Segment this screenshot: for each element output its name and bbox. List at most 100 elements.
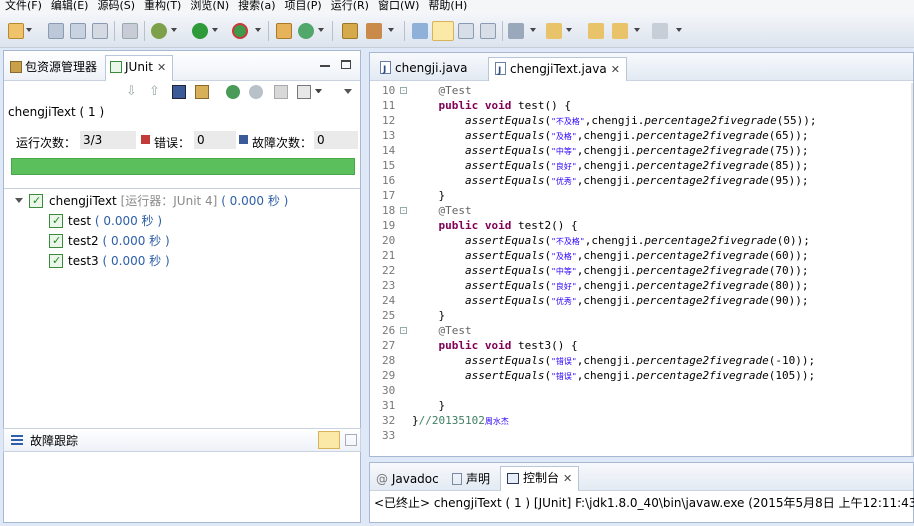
skip-breakpoints-icon[interactable] [122,23,138,39]
mark-occurrences-icon[interactable] [432,21,454,41]
new-java-project-icon[interactable] [276,23,292,39]
maximize-icon[interactable] [341,60,351,69]
code-line[interactable]: 21 assertEquals("及格",chengji.percentage2… [370,248,913,263]
debug-icon[interactable] [151,23,167,39]
last-edit-dropdown-icon[interactable] [566,28,573,35]
tab-chengjitext-java[interactable]: chengjiText.java ✕ [488,57,627,82]
debug-dropdown-icon[interactable] [171,28,178,35]
tab-junit[interactable]: JUnit ✕ [105,55,174,81]
new-class-icon[interactable] [298,23,314,39]
close-icon[interactable]: ✕ [611,63,620,76]
code-text-area[interactable]: 10- @Test 11 public void test() {12 asser… [370,83,913,456]
compare-result-icon[interactable] [345,434,357,446]
menu-item[interactable]: 运行(R) [326,0,373,12]
code-line[interactable]: 11 public void test() { [370,98,913,113]
tab-declaration[interactable]: 声明 [452,468,490,490]
code-line[interactable]: 16 assertEquals("优秀",chengji.percentage2… [370,173,913,188]
code-line[interactable]: 27 public void test3() { [370,338,913,353]
code-line[interactable]: 24 assertEquals("优秀",chengji.percentage2… [370,293,913,308]
open-type-icon[interactable] [342,23,358,39]
forward-dropdown-icon[interactable] [676,28,683,35]
code-line[interactable]: 30 [370,383,913,398]
tree-test-row[interactable]: test2 ( 0.000 秒 ) [4,231,360,251]
tab-chengji-java[interactable]: chengji.java [374,57,473,81]
code-line[interactable]: 18- @Test [370,203,913,218]
previous-failure-icon[interactable]: ⇧ [149,85,163,99]
code-line[interactable]: 19 public void test2() { [370,218,913,233]
expand-arrow-icon[interactable] [15,198,23,203]
menu-item[interactable]: 浏览(N) [185,0,233,12]
back-dropdown-arrow-icon[interactable] [634,28,641,35]
tab-javadoc[interactable]: @ Javadoc [376,468,439,490]
fold-toggle-icon[interactable]: - [400,207,407,214]
code-line[interactable]: 33 [370,428,913,443]
run-external-tool-icon[interactable] [232,23,248,39]
save-all-icon[interactable] [70,23,86,39]
code-line[interactable]: 15 assertEquals("良好",chengji.percentage2… [370,158,913,173]
tab-package-explorer[interactable]: 包资源管理器 [10,57,97,77]
code-line[interactable]: 28 assertEquals("错误",chengji.percentage2… [370,353,913,368]
external-dropdown-icon[interactable] [255,28,262,35]
code-line[interactable]: 10- @Test [370,83,913,98]
show-failures-only-icon[interactable] [172,85,186,99]
history-dropdown-icon[interactable] [315,89,322,96]
scroll-lock-icon[interactable] [195,85,209,99]
console-icon [507,473,519,484]
menu-item[interactable]: 文件(F) [0,0,46,12]
next-failure-icon[interactable]: ⇩ [126,85,140,99]
menu-item[interactable]: 项目(P) [280,0,326,12]
minimize-icon[interactable] [320,65,330,67]
fold-toggle-icon[interactable]: - [400,327,407,334]
code-line[interactable]: 32}//20135102周水杰 [370,413,913,428]
code-line[interactable]: 13 assertEquals("及格",chengji.percentage2… [370,128,913,143]
vertical-scrollbar[interactable] [911,83,913,456]
run-dropdown-icon[interactable] [212,28,219,35]
menu-item[interactable]: 编辑(E) [46,0,93,12]
code-line[interactable]: 23 assertEquals("良好",chengji.percentage2… [370,278,913,293]
menu-item[interactable]: 源码(S) [92,0,139,12]
view-menu-icon[interactable] [344,89,352,96]
code-line[interactable]: 20 assertEquals("不及格",chengji.percentage… [370,233,913,248]
code-line[interactable]: 25 } [370,308,913,323]
show-whitespace-icon[interactable] [480,23,496,39]
tab-console[interactable]: 控制台 ✕ [500,466,580,491]
block-selection-icon[interactable] [458,23,474,39]
code-line[interactable]: 26- @Test [370,323,913,338]
annotation-icon[interactable] [412,23,428,39]
search-dropdown-icon[interactable] [388,28,395,35]
code-line[interactable]: 14 assertEquals("中等",chengji.percentage2… [370,143,913,158]
menu-item[interactable]: 帮助(H) [423,0,471,12]
next-annotation-icon[interactable] [508,23,524,39]
menu-item[interactable]: 搜索(a) [233,0,279,12]
filter-stack-trace-icon[interactable] [318,431,340,449]
back-icon[interactable] [588,23,604,39]
stop-icon[interactable] [274,85,288,99]
menu-item[interactable]: 窗口(W) [373,0,423,12]
code-line[interactable]: 31 } [370,398,913,413]
new-icon[interactable] [8,23,24,39]
code-line[interactable]: 22 assertEquals("中等",chengji.percentage2… [370,263,913,278]
tree-test-row[interactable]: test3 ( 0.000 秒 ) [4,251,360,271]
rerun-failed-first-icon[interactable] [249,85,263,99]
close-icon[interactable]: ✕ [157,61,166,74]
forward-icon[interactable] [652,23,668,39]
tree-root-row[interactable]: chengjiText [运行器：JUnit 4] ( 0.000 秒 ) [4,191,360,211]
history-icon[interactable] [297,85,311,99]
code-line[interactable]: 12 assertEquals("不及格",chengji.percentage… [370,113,913,128]
tree-test-row[interactable]: test ( 0.000 秒 ) [4,211,360,231]
save-icon[interactable] [48,23,64,39]
code-line[interactable]: 29 assertEquals("错误",chengji.percentage2… [370,368,913,383]
new-dropdown-icon[interactable] [26,28,33,35]
last-edit-location-icon[interactable] [546,23,562,39]
fold-toggle-icon[interactable]: - [400,87,407,94]
back-dropdown-icon[interactable] [612,23,628,39]
search-icon[interactable] [366,23,382,39]
new-class-dropdown-icon[interactable] [318,28,325,35]
menu-item[interactable]: 重构(T) [139,0,185,12]
close-icon[interactable]: ✕ [563,472,572,485]
run-icon[interactable] [192,23,208,39]
next-annotation-dropdown-icon[interactable] [530,28,537,35]
print-icon[interactable] [92,23,108,39]
code-line[interactable]: 17 } [370,188,913,203]
rerun-test-icon[interactable] [226,85,240,99]
